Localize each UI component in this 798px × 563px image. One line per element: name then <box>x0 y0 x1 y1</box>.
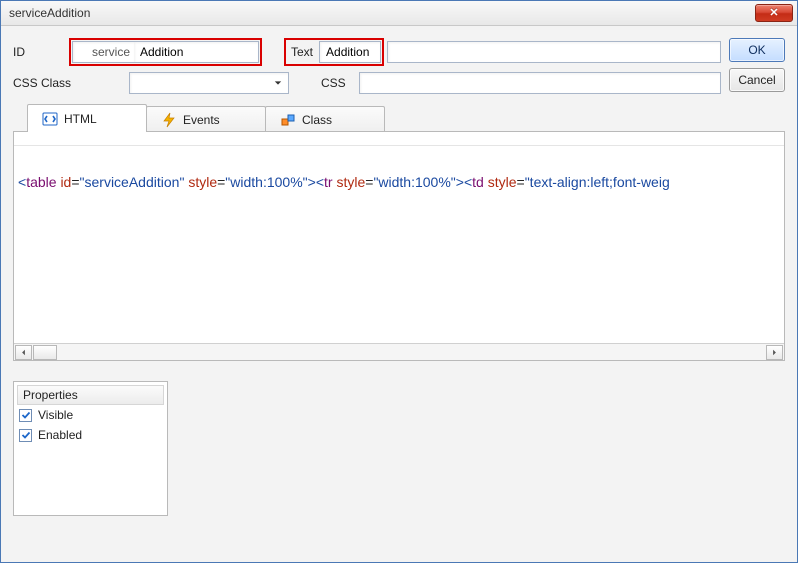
id-label: ID <box>13 45 37 59</box>
css-input[interactable] <box>359 72 721 94</box>
scroll-left-button[interactable] <box>15 345 32 360</box>
property-label: Visible <box>38 408 73 422</box>
tab-strip: HTML Events Class <box>13 106 785 132</box>
chevron-down-icon[interactable] <box>269 74 287 92</box>
class-icon <box>280 112 296 128</box>
property-label: Enabled <box>38 428 82 442</box>
property-row: Visible <box>17 405 164 425</box>
dialog-buttons: OK Cancel <box>729 38 785 92</box>
code-token: < <box>316 174 324 190</box>
scroll-thumb[interactable] <box>33 345 57 360</box>
id-highlight-box: service <box>69 38 262 66</box>
dialog-body: ID service Text <box>1 26 797 562</box>
code-token: style <box>336 174 365 190</box>
scroll-track[interactable] <box>32 345 766 360</box>
text-label: Text <box>287 45 319 59</box>
code-token: < <box>464 174 472 190</box>
tab-html[interactable]: HTML <box>27 104 147 132</box>
tab-events[interactable]: Events <box>146 106 266 132</box>
scroll-right-button[interactable] <box>766 345 783 360</box>
css-class-label: CSS Class <box>13 76 87 90</box>
html-icon <box>42 111 58 127</box>
code-token: style <box>488 174 517 190</box>
tab-html-label: HTML <box>64 112 97 126</box>
checkbox[interactable] <box>19 429 32 442</box>
code-token: tr <box>324 174 333 190</box>
code-token: "text-align:left;font-weig <box>525 174 670 190</box>
css-class-combo[interactable] <box>129 72 289 94</box>
tab-class-label: Class <box>302 113 332 127</box>
checkbox[interactable] <box>19 409 32 422</box>
css-label: CSS <box>321 76 353 90</box>
html-editor: <table id="serviceAddition" style="width… <box>13 131 785 361</box>
lightning-icon <box>161 112 177 128</box>
tab-class[interactable]: Class <box>265 106 385 132</box>
id-prefix: service <box>72 41 134 63</box>
close-icon: ✕ <box>769 8 778 19</box>
property-row: Enabled <box>17 425 164 445</box>
close-button[interactable]: ✕ <box>755 4 793 22</box>
css-class-input[interactable] <box>129 72 289 94</box>
dialog-window: serviceAddition ✕ ID service <box>0 0 798 563</box>
code-token: "serviceAddition" <box>80 174 185 190</box>
text-input-inner[interactable] <box>319 41 381 63</box>
code-token: < <box>18 174 26 190</box>
code-token: = <box>71 174 79 190</box>
ok-button[interactable]: OK <box>729 38 785 62</box>
code-token: = <box>517 174 525 190</box>
properties-header: Properties <box>17 385 164 405</box>
tab-events-label: Events <box>183 113 220 127</box>
text-input[interactable] <box>387 41 721 63</box>
code-token: "width:100%" <box>373 174 455 190</box>
horizontal-scrollbar[interactable] <box>14 343 784 360</box>
code-token: style <box>188 174 217 190</box>
ok-button-label: OK <box>748 43 765 57</box>
properties-panel: Properties Visible Enabled <box>13 381 168 516</box>
title-bar: serviceAddition ✕ <box>1 1 797 26</box>
code-line[interactable]: <table id="serviceAddition" style="width… <box>14 146 784 343</box>
code-token: > <box>456 174 464 190</box>
code-token: table <box>26 174 56 190</box>
dialog-title: serviceAddition <box>9 6 90 20</box>
cancel-button-label: Cancel <box>738 73 775 87</box>
code-token: id <box>60 174 71 190</box>
cancel-button[interactable]: Cancel <box>729 68 785 92</box>
code-token: td <box>472 174 484 190</box>
editor-toolbar <box>14 132 784 146</box>
id-input[interactable] <box>134 41 259 63</box>
code-token: "width:100%" <box>225 174 307 190</box>
text-highlight-box: Text <box>284 38 384 66</box>
code-token: > <box>308 174 316 190</box>
